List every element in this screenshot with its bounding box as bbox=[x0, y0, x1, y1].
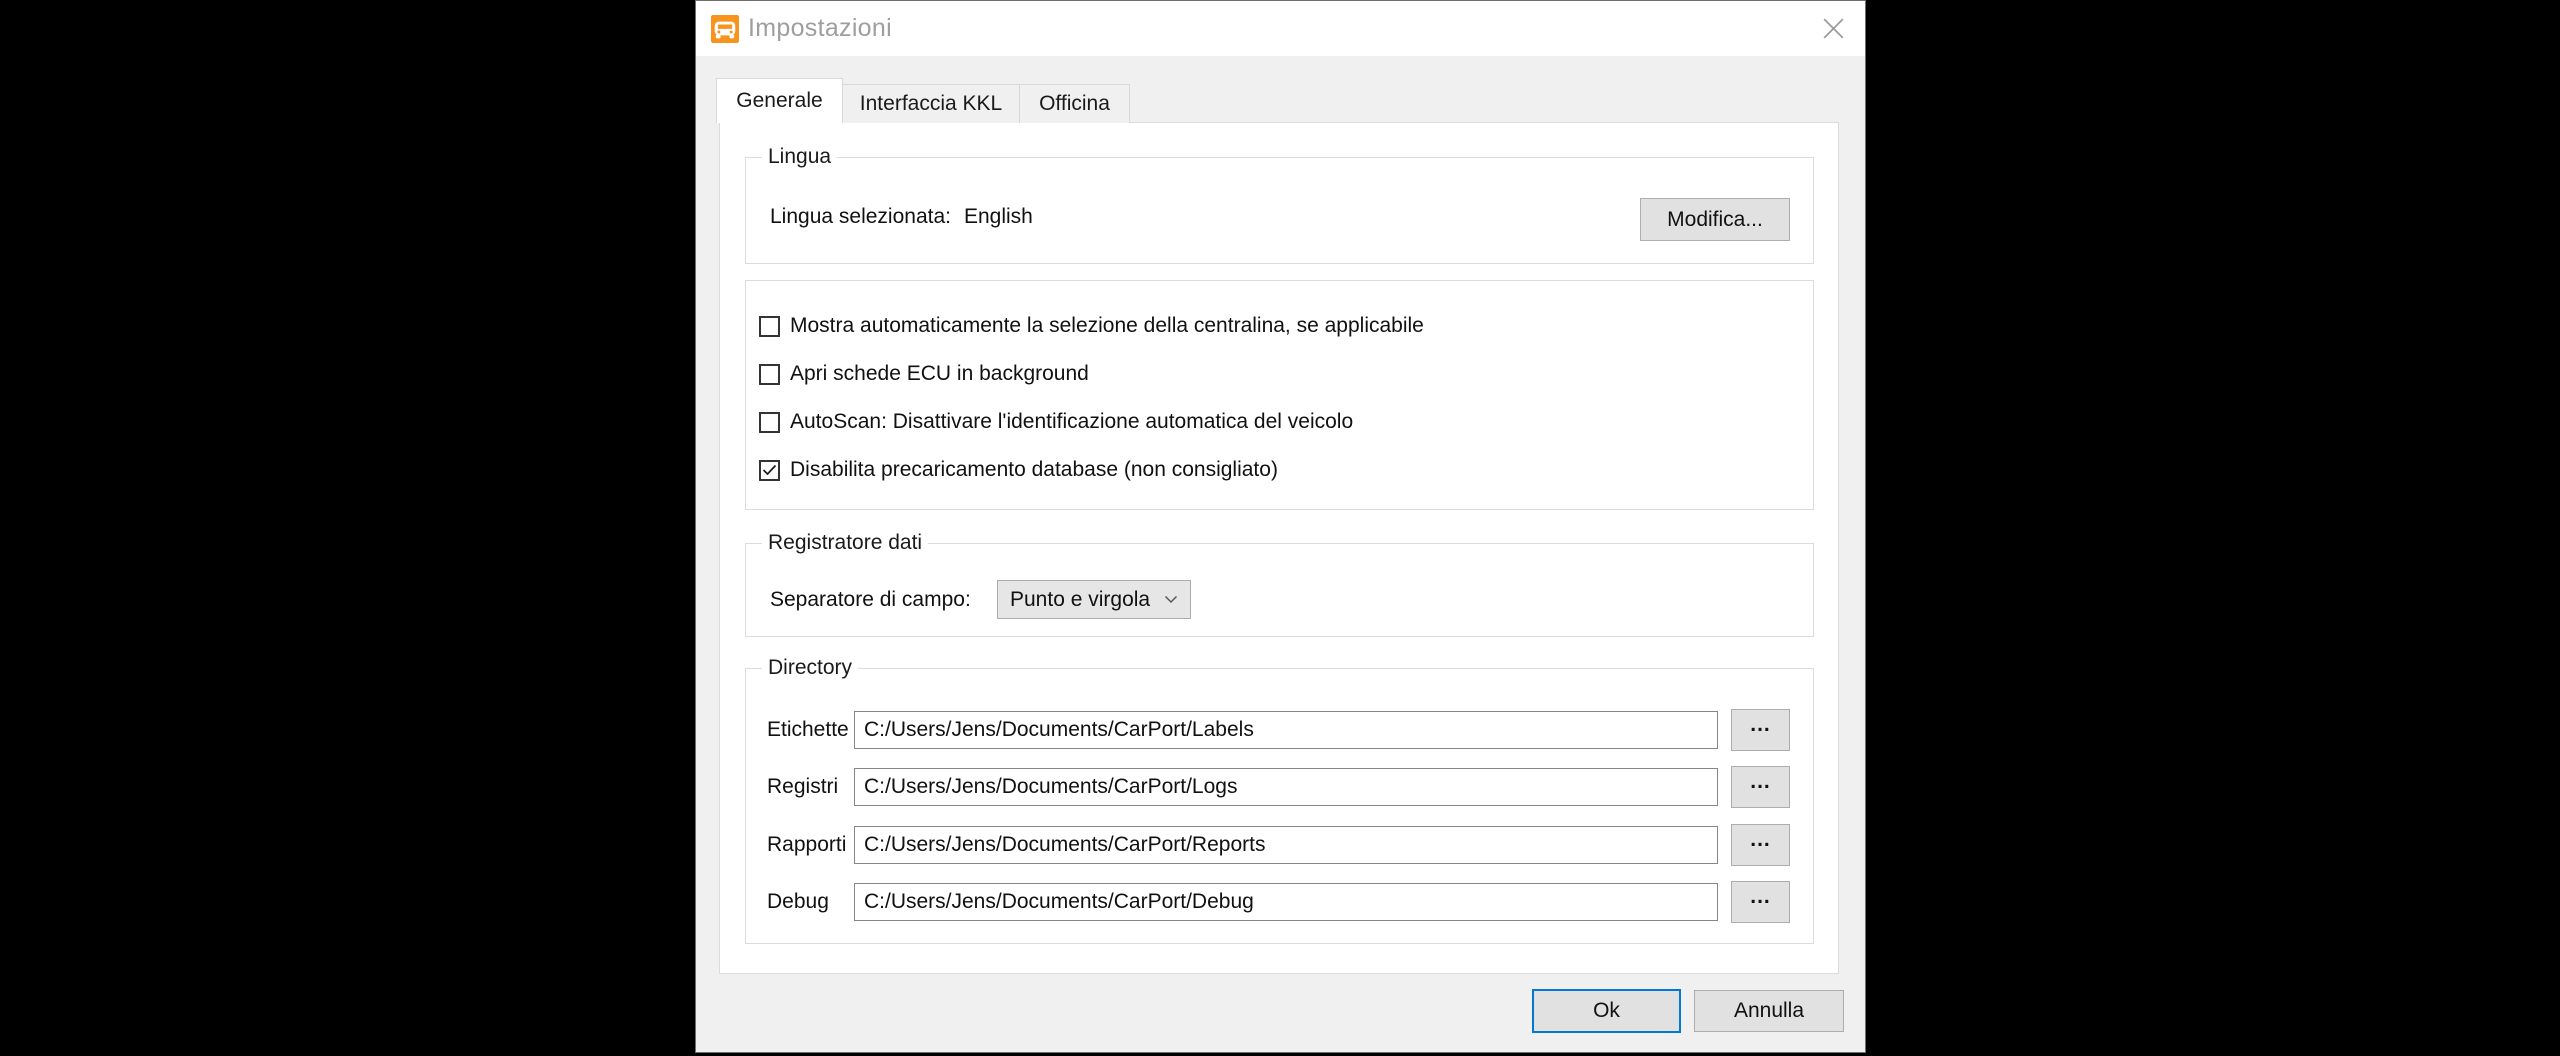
directory-label: Registri bbox=[767, 775, 839, 798]
directory-row-debug: Debug ... bbox=[767, 881, 1790, 923]
directory-row-labels: Etichette ... bbox=[767, 709, 1790, 751]
directory-row-logs: Registri ... bbox=[767, 766, 1790, 808]
checkbox-label: AutoScan: Disattivare l'identificazione … bbox=[790, 410, 1354, 433]
checkbox[interactable] bbox=[759, 363, 780, 385]
modify-language-button[interactable]: Modifica... bbox=[1640, 198, 1790, 241]
labels-path-input[interactable] bbox=[854, 711, 1718, 749]
debug-path-input[interactable] bbox=[854, 883, 1718, 921]
ok-button[interactable]: Ok bbox=[1532, 989, 1681, 1033]
checkbox-row-ecu-background[interactable]: Apri schede ECU in background bbox=[759, 362, 1089, 386]
browse-debug-button[interactable]: ... bbox=[1731, 881, 1790, 923]
chevron-down-icon bbox=[1164, 595, 1178, 604]
cancel-button[interactable]: Annulla bbox=[1694, 990, 1844, 1032]
checkbox-checked[interactable] bbox=[759, 459, 780, 481]
check-icon bbox=[762, 464, 777, 476]
checkbox-row-auto-ecu-selection[interactable]: Mostra automaticamente la selezione dell… bbox=[759, 314, 1424, 338]
selected-language-value: English bbox=[963, 205, 1033, 228]
tab-page-generale: Lingua Lingua selezionata: English Modifi… bbox=[719, 122, 1839, 974]
title-bar: Impostazioni bbox=[696, 1, 1865, 56]
logs-path-input[interactable] bbox=[854, 768, 1718, 806]
language-group-legend: Lingua bbox=[762, 145, 838, 169]
directory-row-reports: Rapporti ... bbox=[767, 824, 1790, 866]
tab-officina[interactable]: Officina bbox=[1019, 84, 1130, 123]
checkbox-row-disable-db-preload[interactable]: Disabilita precaricamento database (non … bbox=[759, 458, 1278, 482]
window-title: Impostazioni bbox=[748, 14, 892, 42]
checkbox[interactable] bbox=[759, 411, 780, 433]
directory-label: Etichette bbox=[767, 718, 849, 741]
checkbox-row-autoscan-disable[interactable]: AutoScan: Disattivare l'identificazione … bbox=[759, 410, 1353, 434]
directories-group-legend: Directory bbox=[762, 656, 859, 680]
checkbox-label: Apri schede ECU in background bbox=[790, 362, 1089, 385]
data-logger-group: Registratore dati Separatore di campo: P… bbox=[745, 531, 1814, 637]
tab-strip: Generale Interfaccia KKL Officina bbox=[716, 78, 1130, 123]
selected-language-label: Lingua selezionata: bbox=[770, 205, 951, 228]
browse-logs-button[interactable]: ... bbox=[1731, 766, 1790, 808]
browse-labels-button[interactable]: ... bbox=[1731, 709, 1790, 751]
directory-label: Rapporti bbox=[767, 833, 847, 856]
field-separator-value: Punto e virgola bbox=[1010, 587, 1151, 611]
checkbox[interactable] bbox=[759, 315, 780, 337]
field-separator-label: Separatore di campo: bbox=[770, 588, 971, 611]
close-button[interactable] bbox=[1805, 1, 1861, 56]
close-icon bbox=[1823, 18, 1843, 39]
tab-interfaccia-kkl[interactable]: Interfaccia KKL bbox=[842, 84, 1020, 123]
settings-dialog: Impostazioni Generale Interfaccia KKL Of… bbox=[695, 0, 1866, 1053]
language-group: Lingua Lingua selezionata: English Modifi… bbox=[745, 145, 1814, 264]
options-group: Mostra automaticamente la selezione dell… bbox=[745, 280, 1814, 510]
selected-language-row: Lingua selezionata: English bbox=[770, 205, 1033, 229]
directories-group: Directory Etichette ... Registri ... Rap… bbox=[745, 656, 1814, 944]
checkbox-label: Mostra automaticamente la selezione dell… bbox=[790, 314, 1424, 337]
car-icon bbox=[711, 14, 739, 43]
data-logger-group-legend: Registratore dati bbox=[762, 531, 929, 555]
tab-generale[interactable]: Generale bbox=[716, 78, 843, 123]
browse-reports-button[interactable]: ... bbox=[1731, 824, 1790, 866]
checkbox-label: Disabilita precaricamento database (non … bbox=[790, 458, 1278, 481]
reports-path-input[interactable] bbox=[854, 826, 1718, 864]
directory-label: Debug bbox=[767, 890, 829, 913]
field-separator-select[interactable]: Punto e virgola bbox=[997, 580, 1191, 619]
